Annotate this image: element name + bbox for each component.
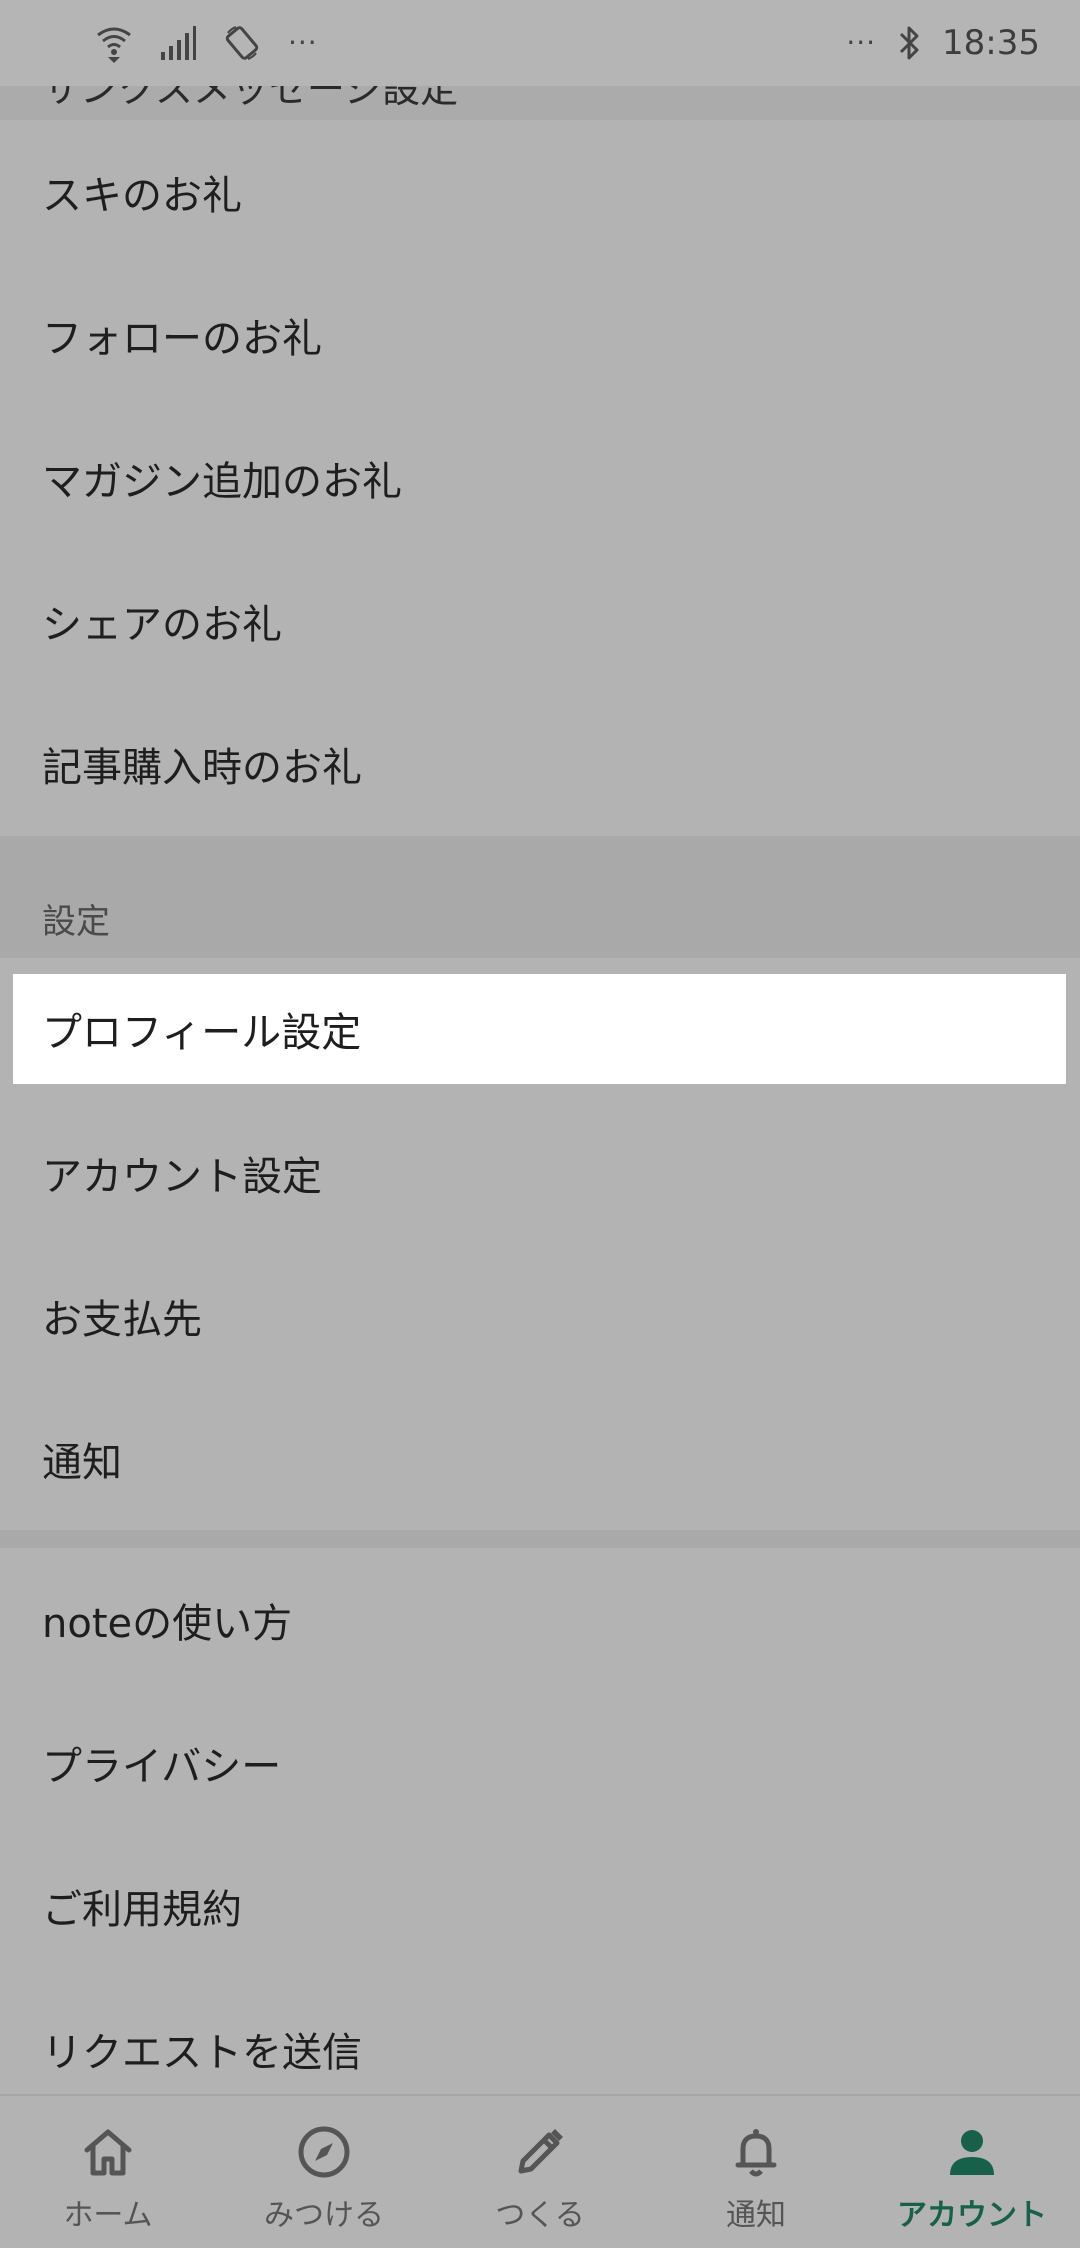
section-header-settings: 設定 [0,836,1080,958]
wifi-icon [96,23,132,63]
list-item-privacy[interactable]: プライバシー [0,1691,1080,1834]
signal-icon [160,26,196,60]
list-item-label: お支払先 [42,1296,202,1343]
list-item-label: アカウント設定 [42,1153,322,1200]
compass-icon [294,2122,354,2182]
tab-account-label: アカウント [897,2198,1047,2233]
pencil-icon [510,2122,570,2182]
list-item-label: プライバシー [42,1743,282,1790]
list-item-profile-settings[interactable]: プロフィール設定 [13,974,1066,1084]
person-icon [942,2122,1002,2182]
tab-discover-label: みつける [264,2198,384,2233]
list-item-purchase-thanks[interactable]: 記事購入時のお礼 [0,692,1080,835]
tab-notifications[interactable]: 通知 [648,2096,864,2248]
list-item-terms-of-use[interactable]: ご利用規約 [0,1834,1080,1977]
list-item-label: noteの使い方 [42,1600,293,1647]
bluetooth-icon [898,25,920,61]
tab-home[interactable]: ホーム [0,2096,216,2248]
list-item-label: フォローのお礼 [42,315,322,362]
list-item-label: マガジン追加のお礼 [42,458,402,505]
list-item-label: 記事購入時のお礼 [42,744,362,791]
list-item-notification-settings[interactable]: 通知 [0,1387,1080,1530]
list-item-label: ご利用規約 [42,1886,242,1933]
status-overflow-dots-right: ··· [846,26,877,59]
bottom-navigation: ホーム みつける つくる 通知 アカウント [0,2094,1080,2248]
list-item-label: プロフィール設定 [42,1010,362,1056]
list-item-share-thanks[interactable]: シェアのお礼 [0,549,1080,692]
status-bar: ··· ··· 18:35 [0,0,1080,86]
info-list: noteの使い方 プライバシー ご利用規約 リクエストを送信 [0,1548,1080,2094]
settings-list: プロフィール設定 アカウント設定 お支払先 通知 [0,958,1080,1530]
list-item-how-to-use[interactable]: noteの使い方 [0,1548,1080,1691]
tab-notifications-label: 通知 [726,2198,786,2233]
status-time: 18:35 [942,23,1040,63]
list-item-label: 通知 [42,1439,122,1486]
tab-discover[interactable]: みつける [216,2096,432,2248]
section-header-settings-label: 設定 [42,902,110,942]
bell-icon [726,2122,786,2182]
list-item-follow-thanks[interactable]: フォローのお礼 [0,263,1080,406]
section-divider [0,1530,1080,1548]
section-header-thanks-message-label: サンクスメッセージ設定 [42,86,459,111]
tab-account[interactable]: アカウント [864,2096,1080,2248]
list-item-magazine-thanks[interactable]: マガジン追加のお礼 [0,406,1080,549]
list-item-label: シェアのお礼 [42,601,282,648]
tab-create-label: つくる [495,2198,585,2233]
list-item-payment-destination[interactable]: お支払先 [0,1244,1080,1387]
list-item-suki-thanks[interactable]: スキのお礼 [0,120,1080,263]
list-item-account-settings[interactable]: アカウント設定 [0,1101,1080,1244]
home-icon [78,2122,138,2182]
list-item-label: スキのお礼 [42,172,242,219]
status-overflow-dots-left: ··· [288,26,318,59]
thanks-message-list: スキのお礼 フォローのお礼 マガジン追加のお礼 シェアのお礼 記事購入時のお礼 [0,120,1080,836]
tab-home-label: ホーム [63,2198,153,2233]
list-item-label: リクエストを送信 [42,2029,362,2076]
tab-create[interactable]: つくる [432,2096,648,2248]
section-header-thanks-message: サンクスメッセージ設定 [0,86,1080,120]
rotate-lock-icon [224,25,260,61]
